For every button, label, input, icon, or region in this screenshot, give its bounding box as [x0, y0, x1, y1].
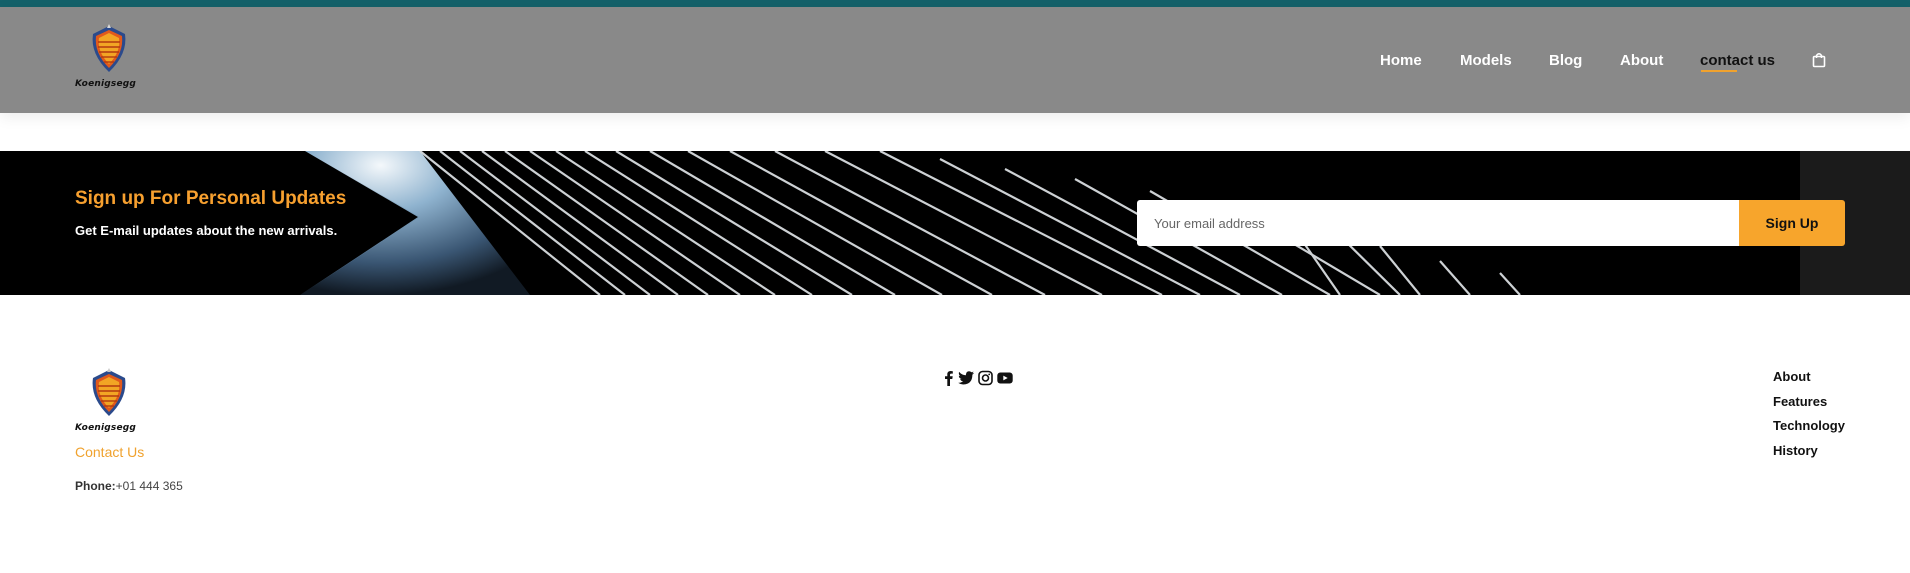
footer-logo-icon[interactable] [88, 368, 130, 418]
nav-blog[interactable]: Blog [1549, 52, 1582, 69]
footer-contact-heading: Contact Us [75, 444, 145, 460]
nav-about[interactable]: About [1620, 52, 1663, 69]
footer-link-technology[interactable]: Technology [1773, 418, 1845, 433]
sign-up-button[interactable]: Sign Up [1739, 200, 1845, 246]
email-input[interactable] [1137, 200, 1739, 246]
footer-logo-text: Koenigsegg [75, 423, 137, 433]
shopping-bag-icon[interactable] [1812, 52, 1826, 68]
nav-home[interactable]: Home [1380, 52, 1422, 69]
footer-link-about[interactable]: About [1773, 369, 1811, 384]
youtube-icon[interactable] [997, 371, 1013, 385]
active-nav-underline [1701, 70, 1737, 72]
instagram-icon[interactable] [978, 370, 993, 386]
footer-link-history[interactable]: History [1773, 443, 1818, 458]
top-accent-bar [0, 0, 1910, 7]
nav-models[interactable]: Models [1460, 52, 1512, 69]
footer-link-features[interactable]: Features [1773, 394, 1827, 409]
newsletter-subtitle: Get E-mail updates about the new arrival… [75, 223, 338, 238]
main-nav: Home Models Blog About contact us [0, 7, 1910, 113]
phone-label: Phone: [75, 479, 116, 493]
site-header: Koenigsegg Home Models Blog About contac… [0, 7, 1910, 113]
footer-phone: Phone:+01 444 365 [75, 479, 183, 493]
twitter-icon[interactable] [958, 371, 974, 385]
facebook-icon[interactable] [944, 370, 953, 386]
newsletter-banner: Sign up For Personal Updates Get E-mail … [0, 151, 1910, 295]
phone-value: +01 444 365 [115, 479, 183, 493]
nav-contact-us[interactable]: contact us [1700, 52, 1775, 69]
newsletter-title: Sign up For Personal Updates [75, 188, 347, 209]
